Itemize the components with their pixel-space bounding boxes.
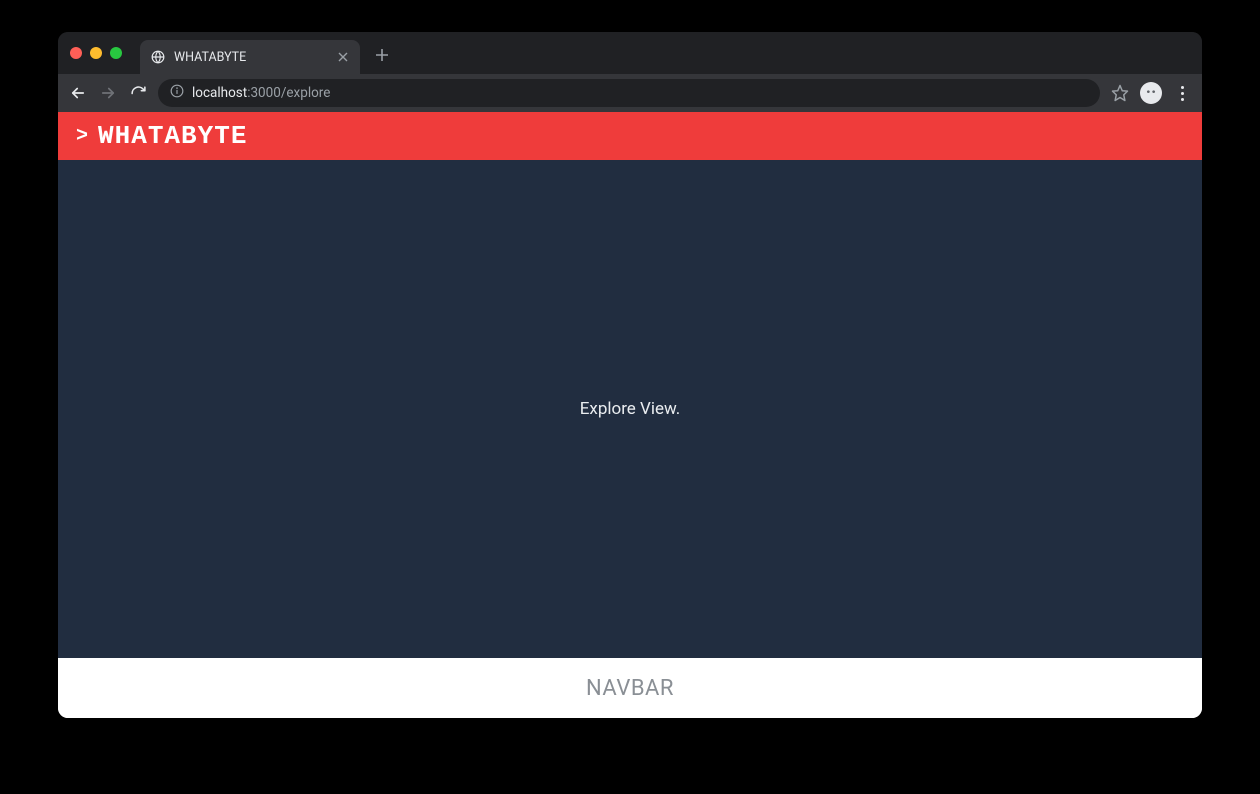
new-tab-button[interactable]: [368, 41, 396, 69]
minimize-window-button[interactable]: [90, 47, 102, 59]
main-content: Explore View.: [58, 160, 1202, 658]
reload-button[interactable]: [128, 83, 148, 103]
page-viewport: > WHATABYTE Explore View. NAVBAR: [58, 112, 1202, 718]
browser-toolbar: localhost:3000/explore: [58, 74, 1202, 112]
tab-strip: WHATABYTE: [58, 32, 1202, 74]
brand-caret: >: [76, 125, 88, 148]
browser-window: WHATABYTE localhost:3000/explore: [58, 32, 1202, 718]
bookmark-star-icon[interactable]: [1110, 83, 1130, 103]
url-text: localhost:3000/explore: [192, 85, 330, 101]
bottom-navbar[interactable]: NAVBAR: [58, 658, 1202, 718]
back-button[interactable]: [68, 83, 88, 103]
url-path: :3000/explore: [247, 85, 330, 101]
tab-title: WHATABYTE: [174, 50, 246, 65]
maximize-window-button[interactable]: [110, 47, 122, 59]
close-window-button[interactable]: [70, 47, 82, 59]
window-controls: [70, 47, 122, 59]
profile-avatar[interactable]: [1140, 82, 1162, 104]
navbar-label: NAVBAR: [586, 676, 674, 701]
brand-title: WHATABYTE: [98, 121, 247, 151]
browser-tab[interactable]: WHATABYTE: [140, 40, 360, 74]
app-header: > WHATABYTE: [58, 112, 1202, 160]
forward-button[interactable]: [98, 83, 118, 103]
main-text: Explore View.: [580, 399, 681, 419]
url-host: localhost: [192, 85, 247, 101]
info-icon[interactable]: [170, 84, 184, 102]
close-tab-icon[interactable]: [336, 50, 350, 64]
address-bar[interactable]: localhost:3000/explore: [158, 79, 1100, 107]
globe-icon: [150, 49, 166, 65]
browser-menu-button[interactable]: [1172, 86, 1192, 101]
